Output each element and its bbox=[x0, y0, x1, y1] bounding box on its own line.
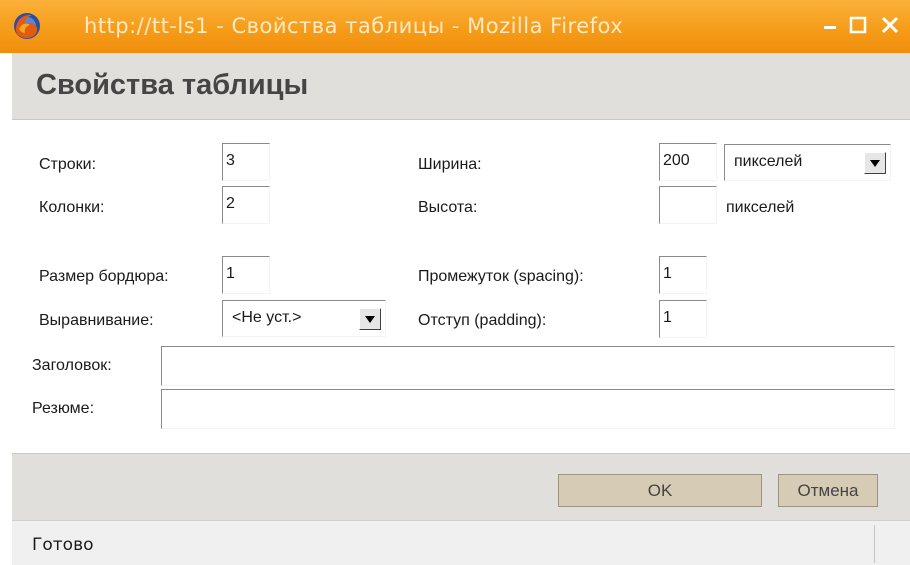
height-label: Высота: bbox=[418, 199, 478, 216]
maximize-icon[interactable] bbox=[846, 12, 870, 38]
dropdown-arrow-icon[interactable] bbox=[864, 152, 886, 174]
height-input[interactable] bbox=[659, 186, 717, 224]
align-value: <Не уст.> bbox=[232, 309, 302, 326]
width-input[interactable]: 200 bbox=[659, 143, 717, 181]
summary-input[interactable] bbox=[161, 389, 895, 429]
caption-label: Заголовок: bbox=[32, 357, 112, 374]
width-unit-value: пикселей bbox=[734, 153, 803, 170]
padding-input[interactable]: 1 bbox=[659, 300, 707, 338]
dropdown-arrow-icon[interactable] bbox=[359, 308, 381, 330]
width-unit-select[interactable]: пикселей bbox=[724, 144, 891, 181]
status-divider bbox=[874, 525, 875, 563]
summary-label: Резюме: bbox=[32, 400, 95, 417]
border-label: Размер бордюра: bbox=[39, 268, 169, 285]
cancel-button[interactable]: Отмена bbox=[778, 474, 878, 507]
close-icon[interactable] bbox=[878, 12, 902, 38]
dialog-footer: OK Отмена bbox=[12, 453, 910, 521]
dialog-header: Свойства таблицы bbox=[12, 53, 910, 120]
dialog-title: Свойства таблицы bbox=[36, 69, 309, 101]
border-input[interactable]: 1 bbox=[222, 256, 270, 294]
caption-input[interactable] bbox=[161, 346, 895, 386]
firefox-icon bbox=[13, 12, 41, 40]
rows-input[interactable]: 3 bbox=[222, 143, 270, 181]
window-titlebar[interactable]: http://tt-ls1 - Свойства таблицы - Mozil… bbox=[0, 0, 910, 53]
cols-label: Колонки: bbox=[39, 199, 105, 216]
status-bar: Готово bbox=[12, 520, 910, 565]
rows-label: Строки: bbox=[39, 156, 97, 173]
spacing-label: Промежуток (spacing): bbox=[418, 268, 584, 285]
window-title: http://tt-ls1 - Свойства таблицы - Mozil… bbox=[84, 14, 624, 38]
align-label: Выравнивание: bbox=[39, 312, 154, 329]
height-unit-label: пикселей bbox=[726, 199, 795, 216]
status-text: Готово bbox=[32, 535, 94, 555]
window-edge bbox=[0, 53, 12, 564]
ok-button[interactable]: OK bbox=[558, 474, 762, 507]
cols-input[interactable]: 2 bbox=[222, 186, 270, 224]
padding-label: Отступ (padding): bbox=[418, 312, 547, 329]
align-select[interactable]: <Не уст.> bbox=[222, 300, 386, 337]
width-label: Ширина: bbox=[418, 156, 482, 173]
minimize-icon[interactable] bbox=[818, 12, 842, 38]
spacing-input[interactable]: 1 bbox=[659, 256, 707, 294]
